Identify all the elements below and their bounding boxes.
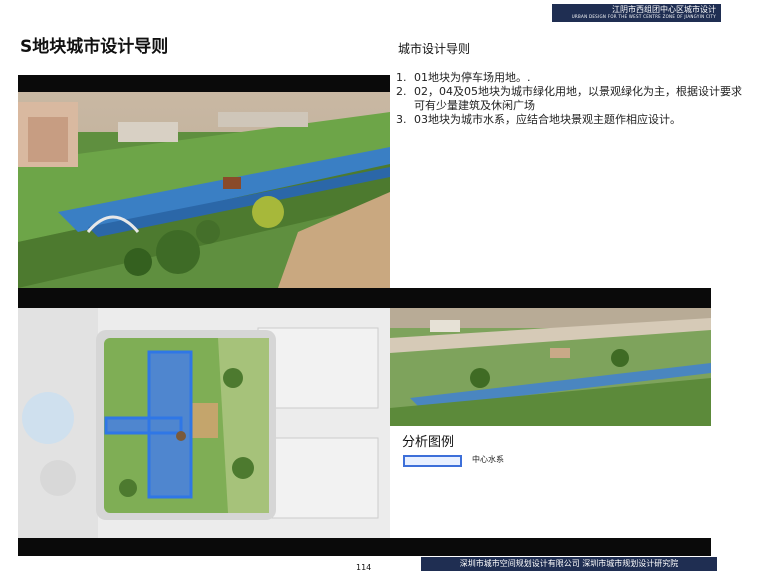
footer-organizations: 深圳市城市空间规划设计有限公司 深圳市城市规划设计研究院 bbox=[421, 557, 717, 571]
guideline-number: 2. bbox=[396, 85, 407, 98]
guideline-number: 1. bbox=[396, 71, 407, 84]
guideline-item: 3. 03地块为城市水系，应结合地块景观主题作相应设计。 bbox=[396, 113, 751, 127]
guideline-text: 02，04及05地块为城市绿化用地，以景观绿化为主，根据设计要求可有少量建筑及休… bbox=[414, 85, 742, 112]
page-number: 114 bbox=[356, 563, 372, 572]
guideline-number: 3. bbox=[396, 113, 407, 126]
aerial-rendering bbox=[18, 92, 390, 288]
guidelines-heading: 城市设计导则 bbox=[398, 42, 471, 56]
page-title: S地块城市设计导则 bbox=[20, 37, 169, 57]
legend-water-swatch bbox=[403, 455, 462, 467]
aerial-rendering-river bbox=[390, 308, 711, 426]
guideline-text: 01地块为停车场用地。. bbox=[414, 71, 531, 84]
guideline-text: 03地块为城市水系，应结合地块景观主题作相应设计。 bbox=[414, 113, 681, 126]
guidelines-list: 1. 01地块为停车场用地。. 2. 02，04及05地块为城市绿化用地，以景观… bbox=[396, 71, 751, 127]
bottom-image-bar bbox=[18, 538, 711, 556]
header-bar: 江阴市西组团中心区城市设计 URBAN DESIGN FOR THE WEST … bbox=[552, 4, 721, 22]
legend-title: 分析图例 bbox=[402, 435, 455, 450]
project-subtitle: URBAN DESIGN FOR THE WEST CENTRE ZONE OF… bbox=[571, 14, 716, 19]
guideline-item: 1. 01地块为停车场用地。. bbox=[396, 71, 751, 85]
top-image-bar bbox=[18, 75, 390, 92]
middle-image-bar bbox=[18, 288, 711, 308]
legend-water-label: 中心水系 bbox=[472, 455, 504, 464]
guideline-item: 2. 02，04及05地块为城市绿化用地，以景观绿化为主，根据设计要求可有少量建… bbox=[396, 85, 751, 113]
site-plan bbox=[18, 308, 390, 538]
project-title: 江阴市西组团中心区城市设计 bbox=[612, 5, 716, 14]
